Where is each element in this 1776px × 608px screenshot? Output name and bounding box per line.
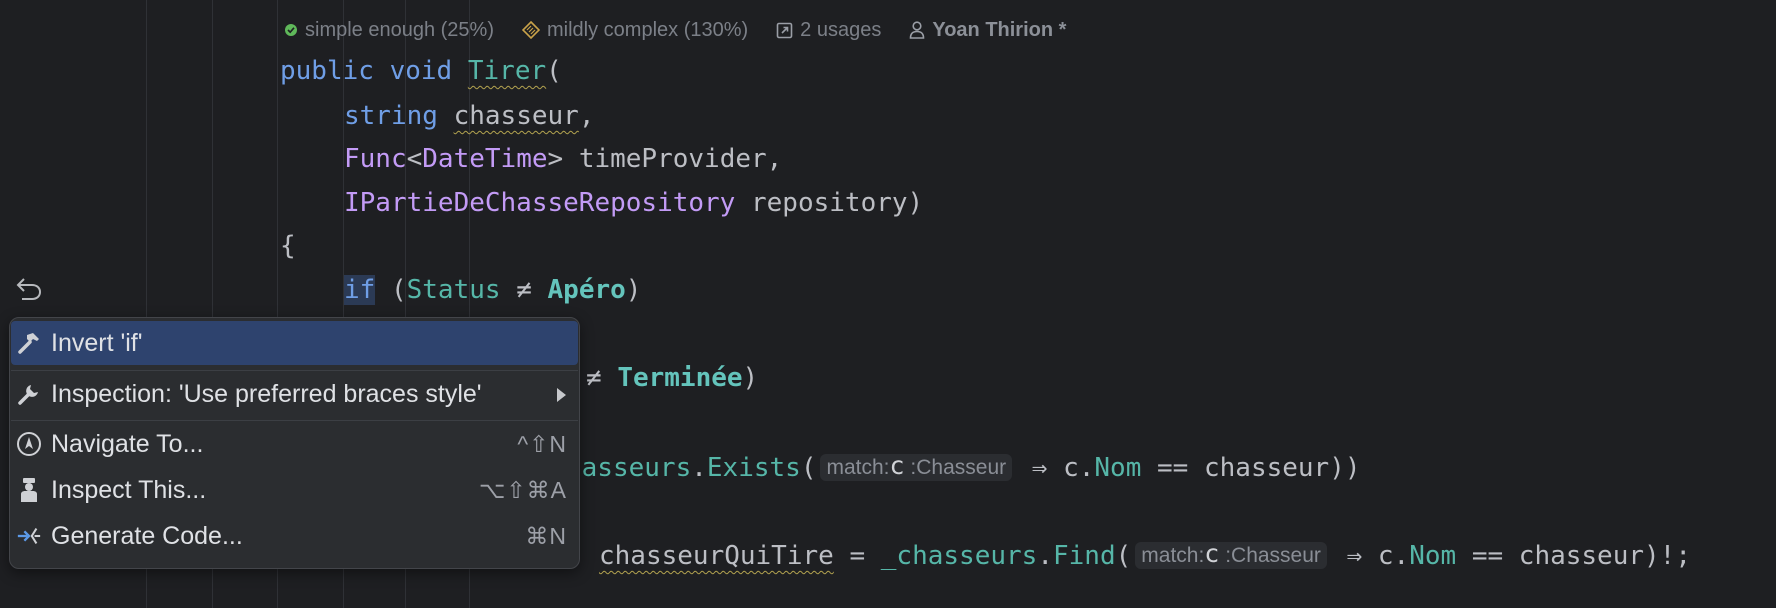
code-line-6[interactable]: if (Status ≠ Apéro) [344, 270, 641, 310]
code-line-2[interactable]: string chasseur, [344, 96, 594, 136]
open-paren: ( [546, 56, 562, 86]
code-line-5[interactable]: { [280, 226, 296, 266]
param-chasseur[interactable]: chasseur [454, 101, 579, 131]
inlay-type: :Chasseur [910, 456, 1007, 479]
open-brace: { [280, 231, 296, 261]
comma: , [578, 101, 595, 131]
code-line-3[interactable]: Func<DateTime> timeProvider, [344, 139, 782, 179]
type-string: string [344, 101, 438, 131]
menu-item-label: Generate Code... [51, 521, 243, 550]
method-find: Find [1052, 541, 1116, 571]
code-line-7[interactable]: ≠ Terminée) [586, 358, 758, 398]
not-equal: ≠ [586, 363, 618, 393]
keyword-if[interactable]: if [344, 275, 376, 305]
menu-item-generate-code[interactable]: Generate Code... ⌘N [11, 514, 578, 558]
keyword-public: public [280, 56, 374, 86]
intention-actions-menu: Invert 'if' Inspection: 'Use preferred b… [9, 317, 580, 569]
generate-code-icon [16, 523, 42, 549]
method-exists: Exists [706, 453, 801, 483]
enum-terminee: Terminée [617, 363, 743, 393]
dot: . [1037, 541, 1053, 571]
complexity-simple-label: simple enough (25%) [305, 18, 494, 41]
menu-item-invert-if[interactable]: Invert 'if' [11, 321, 578, 365]
usages-label: 2 usages [800, 18, 882, 41]
paren: ( [375, 275, 407, 305]
code-line-4[interactable]: IPartieDeChasseRepository repository) [344, 183, 923, 223]
complexity-simple-hint[interactable]: simple enough (25%) [284, 19, 494, 42]
navigate-icon [16, 431, 42, 457]
parameter-inlay-hint: match:c :Chasseur [1135, 539, 1327, 569]
shortcut-label: ⌥⇧⌘A [478, 476, 567, 503]
hammer-icon [16, 330, 42, 356]
parameter-inlay-hint: match:c :Chasseur [820, 451, 1013, 481]
undo-icon[interactable] [14, 274, 44, 304]
type-func: Func [344, 144, 407, 174]
complexity-mild-label: mildly complex (130%) [547, 18, 749, 41]
chasseurs-field: _chasseurs [880, 541, 1038, 571]
menu-item-label: Inspection: 'Use preferred braces style' [51, 379, 482, 408]
menu-separator [11, 370, 578, 371]
usages-hint[interactable]: 2 usages [776, 19, 881, 42]
paren: ) [742, 363, 759, 393]
inspector-icon [16, 477, 42, 503]
author-hint[interactable]: Yoan Thirion * [909, 19, 1066, 42]
var-chasseurquitire[interactable]: chasseurQuiTire [599, 541, 834, 571]
person-icon [910, 21, 925, 39]
paren: ( [800, 453, 817, 483]
lambda-arrow: ⇒ c. [1016, 453, 1095, 483]
type-repository: IPartieDeChasseRepository [344, 188, 736, 218]
param-timeprovider: > timeProvider, [547, 144, 783, 174]
menu-item-label: Navigate To... [51, 429, 204, 458]
author-label: Yoan Thirion * [932, 18, 1067, 41]
menu-item-navigate-to[interactable]: Navigate To... ^⇧N [11, 422, 578, 466]
paren: ) [625, 275, 642, 305]
lambda-arrow: ⇒ c. [1330, 541, 1410, 571]
keyword-void: void [389, 56, 453, 86]
inlay-var: c [1204, 539, 1220, 568]
inlay-label: match: [826, 456, 890, 479]
lt: < [406, 144, 423, 174]
menu-item-label: Invert 'if' [51, 328, 143, 357]
chasseurs-field: hasseurs [566, 453, 692, 483]
shortcut-label: ⌘N [525, 522, 567, 549]
code-line-1[interactable]: public void Tirer( [280, 51, 562, 91]
inlay-var: c [889, 451, 905, 480]
submenu-arrow-icon [557, 388, 566, 402]
not-equal: ≠ [500, 275, 548, 305]
code-line-9[interactable]: chasseurQuiTire = _chasseurs.Find(match:… [599, 534, 1691, 574]
paren: ( [1115, 541, 1132, 571]
green-dot-icon [285, 24, 297, 36]
shortcut-label: ^⇧N [517, 430, 567, 457]
wrench-icon [16, 381, 42, 407]
complexity-mild-hint[interactable]: mildly complex (130%) [522, 19, 748, 42]
menu-item-inspect-this[interactable]: Inspect This... ⌥⇧⌘A [11, 468, 578, 512]
enum-apero: Apéro [547, 275, 626, 305]
type-datetime: DateTime [422, 144, 548, 174]
external-link-icon [776, 22, 793, 38]
diamond-icon [522, 21, 540, 39]
assign: = [833, 541, 881, 571]
status-property: Status [406, 275, 501, 305]
menu-item-inspection[interactable]: Inspection: 'Use preferred braces style' [11, 372, 578, 416]
nom-property: Nom [1409, 541, 1457, 571]
nom-property: Nom [1094, 453, 1142, 483]
menu-item-label: Inspect This... [51, 475, 207, 504]
inlay-label: match: [1141, 544, 1205, 567]
dot: . [691, 453, 707, 483]
code-line-8[interactable]: hasseurs.Exists(match:c :Chasseur ⇒ c.No… [566, 446, 1361, 486]
inlay-type: :Chasseur [1225, 544, 1321, 567]
param-repository: repository) [735, 188, 924, 218]
comparison: == chasseur)) [1141, 453, 1361, 483]
comparison: == chasseur)!; [1456, 541, 1691, 571]
menu-separator [11, 420, 578, 421]
method-name[interactable]: Tirer [468, 56, 546, 86]
code-vision-hints: simple enough (25%) mildly complex (130%… [284, 16, 1066, 44]
